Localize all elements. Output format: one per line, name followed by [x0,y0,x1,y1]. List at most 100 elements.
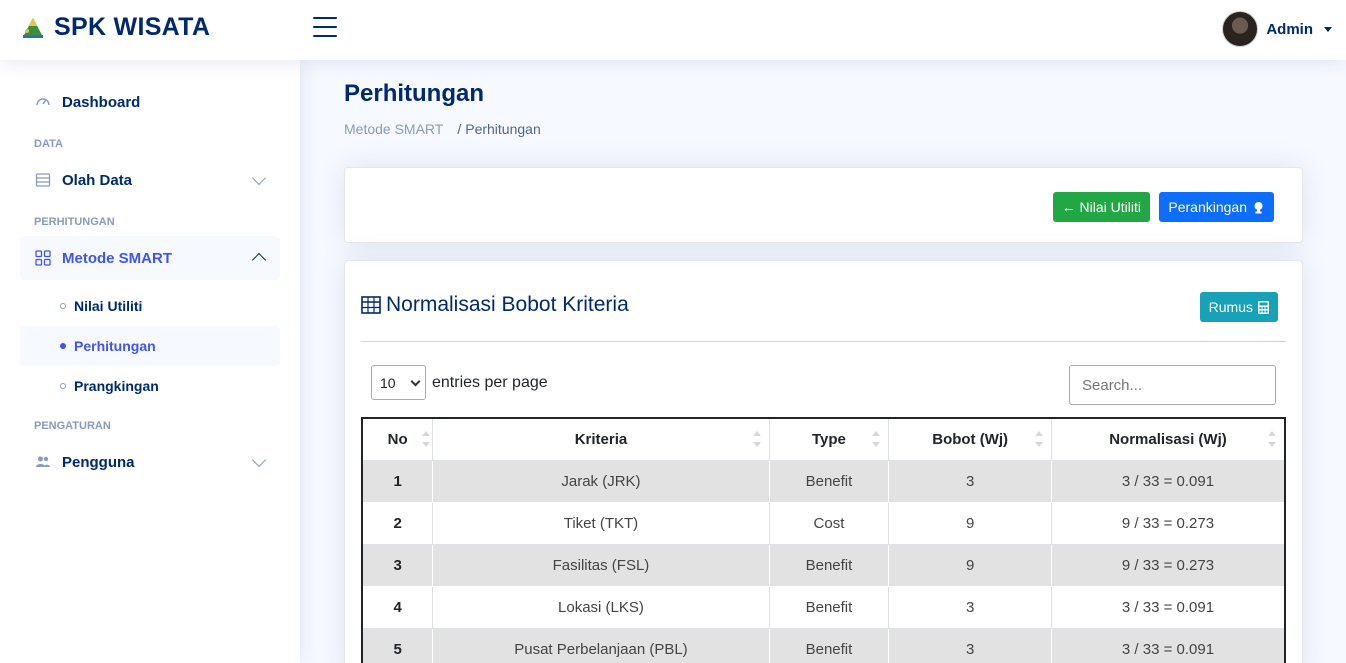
column-header-kriteria[interactable]: Kriteria [432,417,770,461]
table-cell: Benefit [768,627,890,663]
table-cell: Lokasi (LKS) [432,585,770,629]
sort-icon [1268,431,1276,447]
table-cell: 9 [888,501,1052,545]
table-cell: Cost [768,501,890,545]
column-header-bobot[interactable]: Bobot (Wj) [888,417,1052,461]
sort-icon [752,431,761,447]
table-cell: 3 [361,543,434,587]
avatar [1222,11,1259,47]
top-header: SPK WISATA Admin [0,0,1346,60]
card-title: Normalisasi Bobot Kriteria [361,293,629,317]
table-cell: 5 [361,627,434,663]
trophy-icon [1254,201,1263,213]
table-cell: 3 / 33 = 0.091 [1050,627,1286,663]
table-row: 3 Fasilitas (FSL) Benefit 9 9 / 33 = 0.2… [361,543,1286,587]
database-icon [34,171,52,189]
sidebar-subitem-perhitungan[interactable]: Perhitungan [20,326,280,366]
table-cell: Benefit [768,459,890,503]
column-header-no[interactable]: No [361,417,434,461]
column-header-type[interactable]: Type [768,417,890,461]
divider [361,341,1286,342]
table-cell: Pusat Perbelanjaan (PBL) [432,627,770,663]
entries-label: entries per page [432,373,548,391]
brand-name: SPK WISATA [54,13,211,41]
table-cell: 2 [361,501,434,545]
sidebar-item-label: Metode SMART [62,249,172,267]
main-content: Perhitungan Metode SMART / Perhitungan ←… [300,60,1346,663]
rumus-button[interactable]: Rumus [1199,292,1278,322]
sort-icon [872,431,881,447]
page-title: Perhitungan [344,80,485,107]
perankingan-button[interactable]: Perankingan [1159,192,1274,222]
breadcrumb-link[interactable]: Metode SMART [344,121,443,137]
table-cell: 3 [888,585,1052,629]
breadcrumb-separator: / [457,121,462,137]
profile-name: Admin [1266,20,1313,38]
normalisasi-card: Normalisasi Bobot Kriteria Rumus 10 entr… [344,260,1303,663]
nav-heading-data: DATA [34,138,63,150]
table-cell: Jarak (JRK) [432,459,770,503]
sidebar-item-pengguna[interactable]: Pengguna [20,440,280,484]
table-cell: Benefit [768,585,890,629]
nav-heading-pengaturan: PENGATURAN [34,420,111,432]
brand-logo[interactable]: SPK WISATA [20,13,210,42]
table-row: 2 Tiket (TKT) Cost 9 9 / 33 = 0.273 [361,501,1286,545]
sidebar: Dashboard DATA Olah Data PERHITUNGAN Met… [0,60,300,663]
sidebar-item-dashboard[interactable]: Dashboard [20,80,280,124]
sidebar-subitem-label: Nilai Utiliti [74,298,143,314]
table-icon [361,296,381,314]
table-cell: 3 / 33 = 0.091 [1050,459,1286,503]
brand-icon [23,17,43,38]
chevron-down-icon [251,170,267,186]
table-cell: 3 [888,627,1052,663]
search-input[interactable] [1069,365,1276,405]
breadcrumb-current: Perhitungan [465,121,541,137]
sidebar-subitem-label: Prangkingan [74,378,159,394]
sidebar-toggle-icon[interactable] [313,17,337,37]
circle-icon [60,383,66,389]
chevron-down-icon [410,376,421,387]
calculator-icon [1258,300,1269,314]
table-cell: 3 / 33 = 0.091 [1050,585,1286,629]
grid-icon [34,249,52,267]
chevron-up-icon [251,252,267,268]
table-row: 4 Lokasi (LKS) Benefit 3 3 / 33 = 0.091 [361,585,1286,629]
normalisasi-table: No Kriteria Type Bobot (Wj) Normalisasi … [361,417,1286,663]
sidebar-item-olah-data[interactable]: Olah Data [20,158,280,202]
chevron-down-icon [251,452,267,468]
people-icon [34,453,52,471]
sidebar-item-label: Pengguna [62,453,135,471]
table-cell: 9 / 33 = 0.273 [1050,543,1286,587]
table-row: 1 Jarak (JRK) Benefit 3 3 / 33 = 0.091 [361,459,1286,503]
caret-down-icon [1324,26,1332,32]
table-cell: 3 [888,459,1052,503]
sidebar-subitem-label: Perhitungan [74,338,156,354]
sidebar-subitem-prangkingan[interactable]: Prangkingan [20,366,280,406]
table-cell: 1 [361,459,434,503]
table-cell: 9 / 33 = 0.273 [1050,501,1286,545]
nav-heading-perhitungan: PERHITUNGAN [34,216,115,228]
sort-icon [422,431,431,447]
table-cell: Tiket (TKT) [432,501,770,545]
table-cell: Fasilitas (FSL) [432,543,770,587]
entries-select[interactable]: 10 [371,365,426,400]
table-row: 5 Pusat Perbelanjaan (PBL) Benefit 3 3 /… [361,627,1286,663]
sort-icon [1034,431,1043,447]
gauge-icon [34,93,52,111]
column-header-normalisasi[interactable]: Normalisasi (Wj) [1050,417,1286,461]
circle-icon [60,343,66,349]
sidebar-item-metode-smart[interactable]: Metode SMART [20,236,280,280]
circle-icon [60,303,66,309]
entries-control: 10 entries per page [371,365,548,400]
table-header-row: No Kriteria Type Bobot (Wj) Normalisasi … [361,417,1286,461]
sidebar-item-label: Dashboard [62,93,141,111]
breadcrumb: Metode SMART / Perhitungan [344,121,1303,137]
table-cell: Benefit [768,543,890,587]
table-cell: 9 [888,543,1052,587]
sidebar-subitem-nilai-utiliti[interactable]: Nilai Utiliti [20,286,280,326]
profile-menu[interactable]: Admin [1222,11,1332,47]
action-card: ← Nilai Utiliti Perankingan [344,167,1303,243]
table-cell: 4 [361,585,434,629]
sidebar-item-label: Olah Data [62,171,133,189]
nilai-utiliti-button[interactable]: ← Nilai Utiliti [1052,192,1150,222]
